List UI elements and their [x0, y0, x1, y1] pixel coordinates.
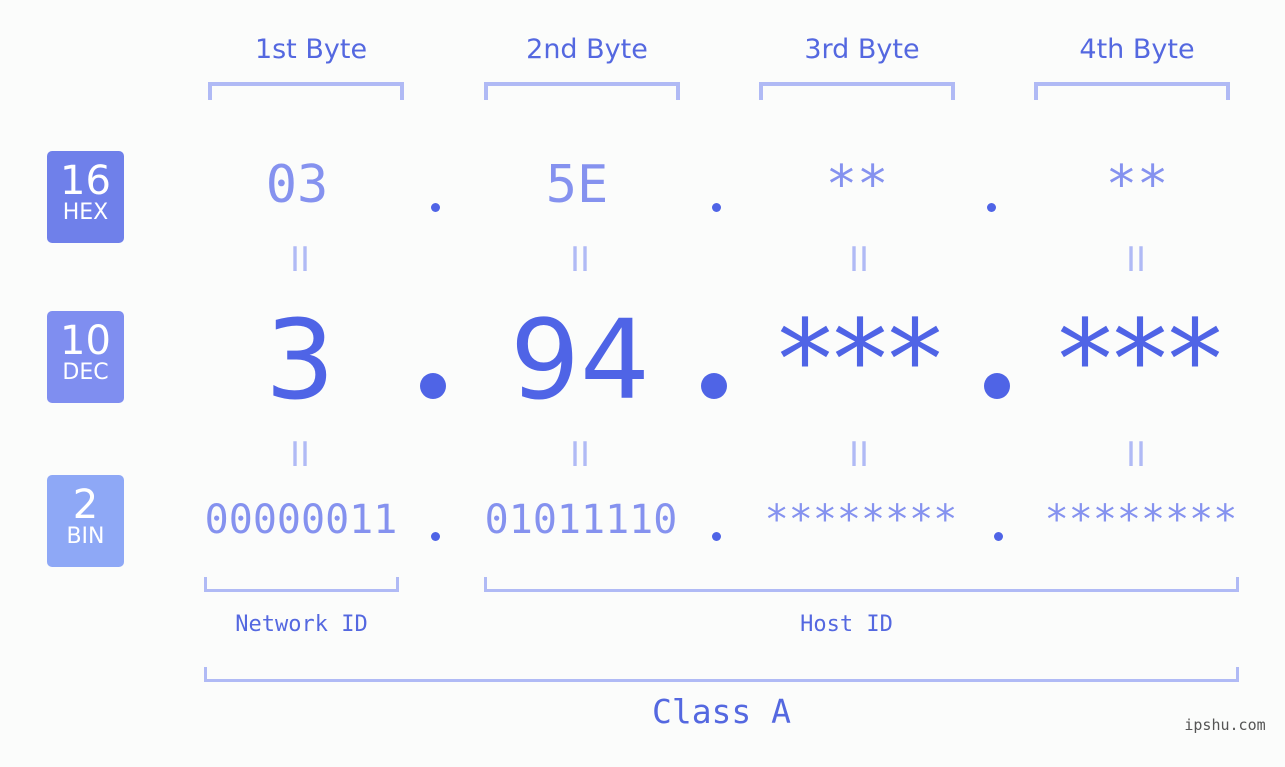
bin-badge-number: 2 [72, 482, 99, 528]
dec-byte-4: *** [1057, 296, 1223, 424]
hex-badge-number: 16 [60, 158, 111, 204]
byte-header-4: 4th Byte [1079, 34, 1195, 65]
bin-badge-label: BIN [66, 524, 105, 549]
bin-badge: 2 BIN [47, 475, 124, 567]
hex-byte-2: 5E [545, 155, 609, 215]
hex-dot-1 [431, 203, 440, 212]
class-bracket [204, 667, 1239, 682]
bin-byte-3: ******** [764, 497, 958, 543]
byte-header-3: 3rd Byte [804, 34, 920, 65]
network-id-label: Network ID [235, 612, 368, 637]
dec-byte-2: 94 [510, 296, 650, 424]
byte-bracket-3 [759, 82, 955, 100]
dec-byte-3: *** [777, 296, 943, 424]
equals-sign: II [289, 240, 311, 280]
equals-sign: II [1125, 435, 1147, 475]
byte-bracket-4 [1034, 82, 1230, 100]
byte-bracket-2 [484, 82, 680, 100]
dec-byte-1: 3 [265, 296, 335, 424]
hex-byte-4: ** [1105, 155, 1169, 215]
equals-sign: II [848, 240, 870, 280]
hex-byte-1: 03 [265, 155, 329, 215]
equals-sign: II [569, 240, 591, 280]
equals-sign: II [289, 435, 311, 475]
network-id-bracket [204, 577, 399, 592]
dec-dot-1 [420, 373, 446, 399]
bin-dot-1 [431, 532, 440, 541]
bin-dot-2 [712, 532, 721, 541]
dec-badge-label: DEC [62, 360, 109, 385]
host-id-label: Host ID [800, 612, 893, 637]
class-label: Class A [651, 692, 792, 731]
dec-dot-2 [701, 373, 727, 399]
hex-badge-label: HEX [62, 200, 109, 225]
dec-badge-number: 10 [60, 318, 111, 364]
bin-dot-3 [994, 532, 1003, 541]
dec-dot-3 [984, 373, 1010, 399]
host-id-bracket [484, 577, 1239, 592]
byte-header-1: 1st Byte [254, 34, 368, 65]
hex-byte-3: ** [825, 155, 889, 215]
equals-sign: II [569, 435, 591, 475]
bin-byte-2: 01011110 [484, 497, 678, 543]
dec-badge: 10 DEC [47, 311, 124, 403]
byte-bracket-1 [208, 82, 404, 100]
byte-header-2: 2nd Byte [526, 34, 648, 65]
hex-dot-2 [712, 203, 721, 212]
bin-byte-4: ******** [1044, 497, 1238, 543]
hex-dot-3 [987, 203, 996, 212]
equals-sign: II [848, 435, 870, 475]
bin-byte-1: 00000011 [204, 497, 398, 543]
equals-sign: II [1125, 240, 1147, 280]
watermark: ipshu.com [1184, 716, 1266, 734]
hex-badge: 16 HEX [47, 151, 124, 243]
